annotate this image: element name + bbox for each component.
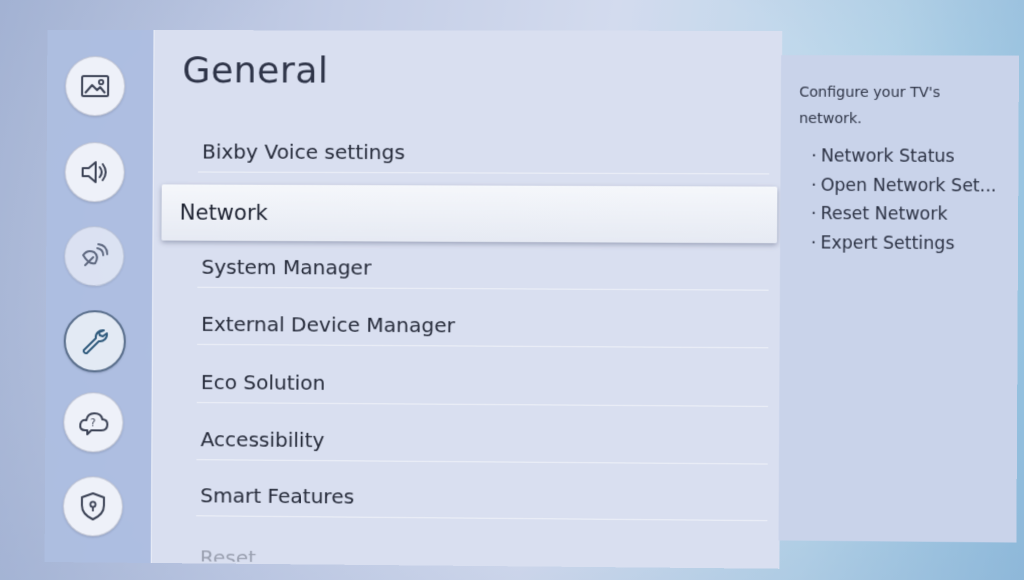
picture-icon[interactable] [64,56,126,117]
settings-category-rail: ? [44,29,154,563]
general-wrench-icon[interactable] [63,310,127,373]
page-title: General [182,50,329,92]
menu-item-network[interactable]: Network [161,184,778,244]
broadcasting-icon[interactable] [64,226,125,287]
tv-settings-screen: ? General Bixby Voice settings Network S… [44,29,1020,571]
broadcasting-icon-glyph [81,243,109,267]
support-icon[interactable]: ? [63,392,124,453]
menu-item-external-device-manager[interactable]: External Device Manager [197,303,769,349]
menu-item-bixby-voice-settings[interactable]: Bixby Voice settings [197,131,770,175]
menu-item-eco-solution[interactable]: Eco Solution [196,361,769,407]
privacy-shield-icon[interactable] [62,476,124,537]
info-item-network-status: Network Status [811,142,1012,171]
picture-icon-glyph [81,75,110,98]
info-item-open-network-settings: Open Network Set... [811,171,1012,201]
info-panel: Configure your TV's network. Network Sta… [778,55,1020,543]
info-description: Configure your TV's network. [799,84,941,128]
info-submenu-list: Network Status Open Network Set... Reset… [811,142,1013,258]
svg-text:?: ? [90,418,95,429]
general-menu-panel: General Bixby Voice settings Network Sys… [150,30,783,569]
info-item-reset-network: Reset Network [811,200,1012,230]
menu-item-system-manager[interactable]: System Manager [197,246,769,291]
wrench-icon-glyph [82,329,108,355]
sound-icon[interactable] [64,142,125,203]
menu-item-reset[interactable]: Reset [196,543,767,566]
support-cloud-icon-glyph: ? [79,412,109,436]
sound-icon-glyph [81,161,107,184]
menu-item-accessibility[interactable]: Accessibility [196,419,768,465]
info-item-expert-settings: Expert Settings [811,229,1012,259]
menu-item-smart-features[interactable]: Smart Features [196,475,768,522]
shield-icon-glyph [80,492,105,521]
